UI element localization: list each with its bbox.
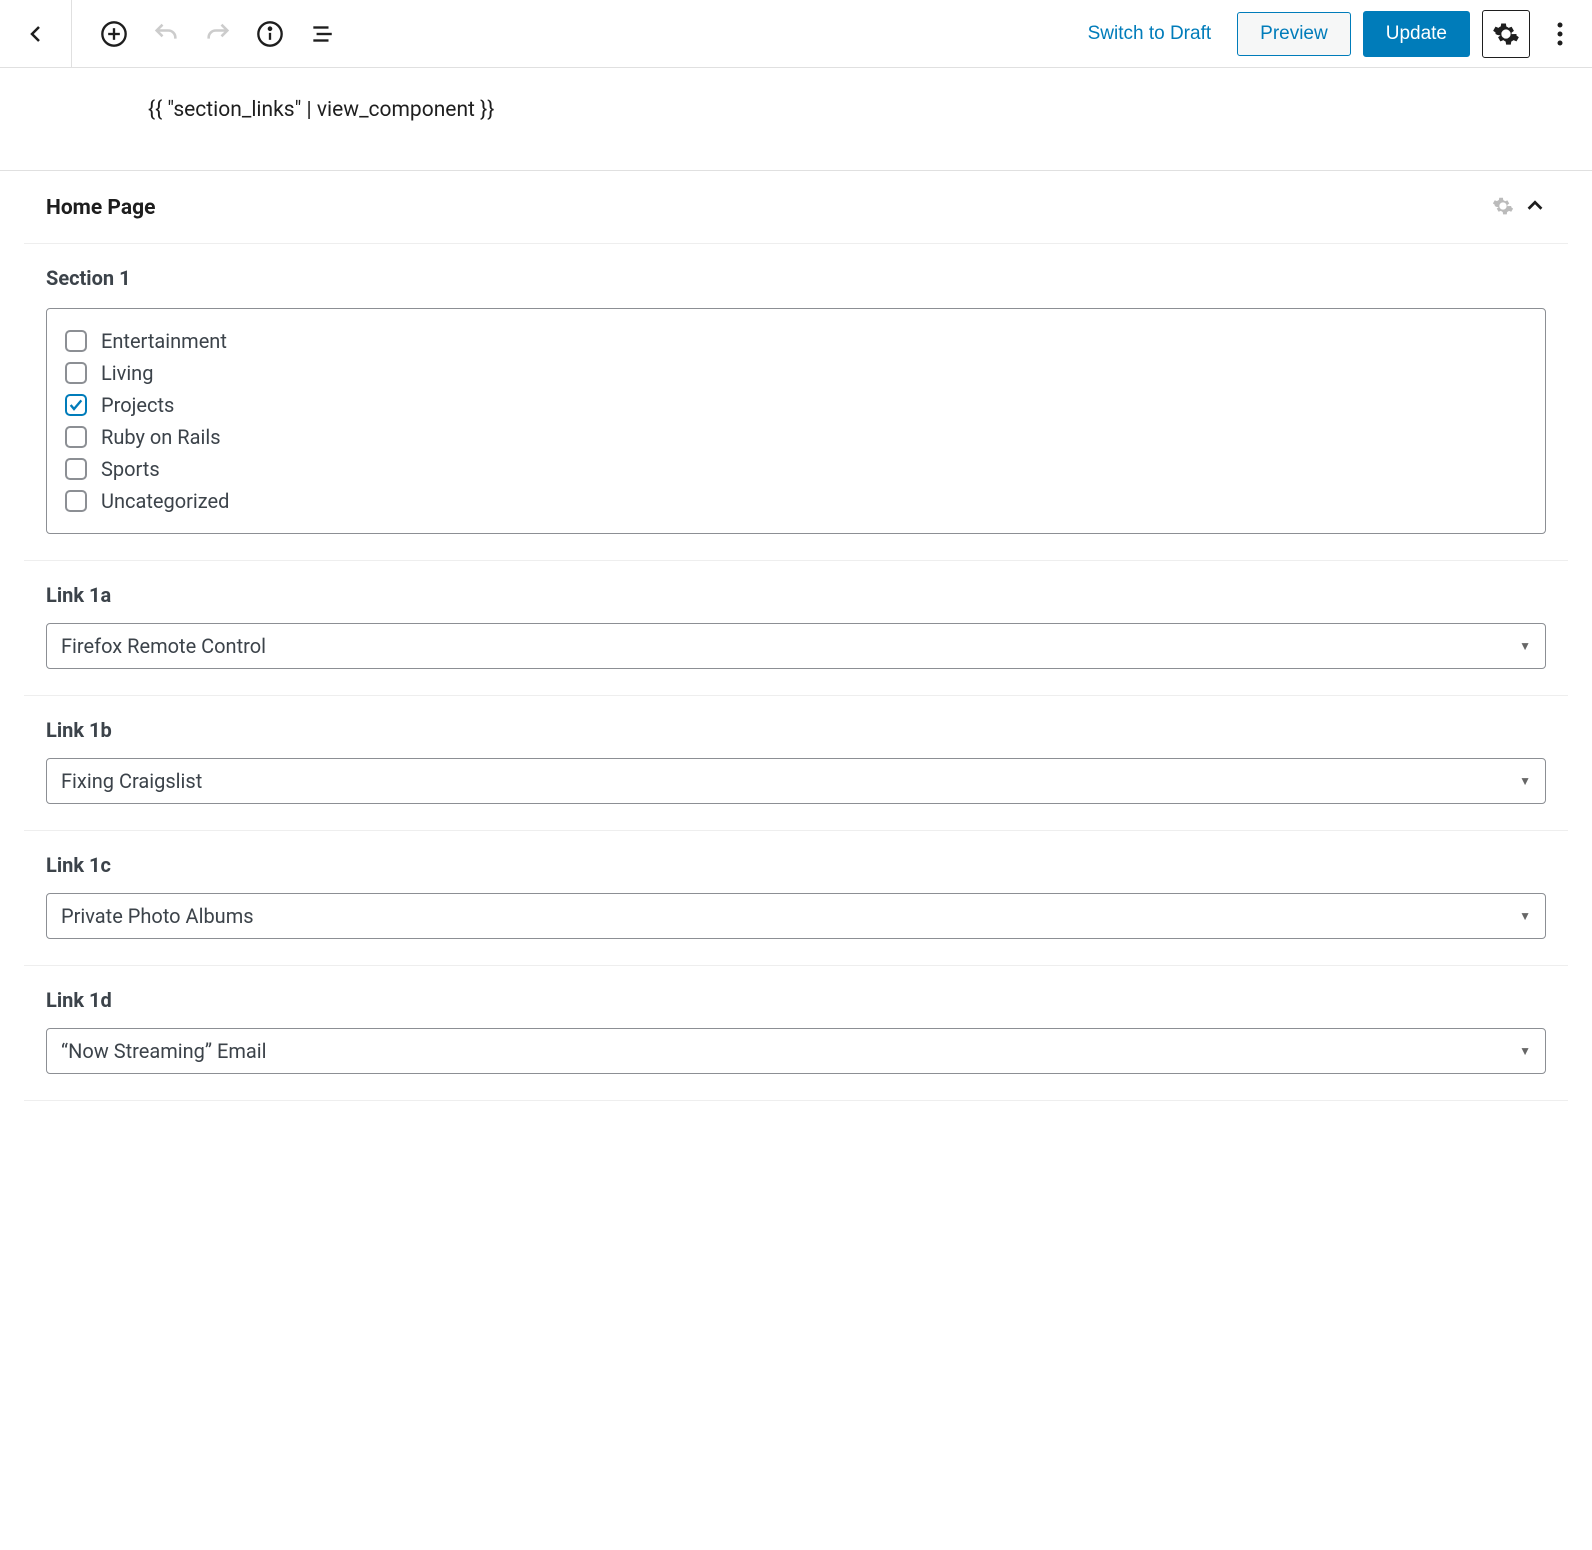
link-label: Link 1a: [46, 583, 1546, 607]
category-row: Living: [65, 357, 1527, 389]
link-select[interactable]: Fixing Craigslist ▼: [46, 758, 1546, 804]
block-template-text[interactable]: {{ "section_links" | view_component }}: [0, 68, 1592, 171]
caret-down-icon: ▼: [1519, 774, 1531, 788]
add-block-button[interactable]: [96, 16, 132, 52]
link-select-value: Fixing Craigslist: [61, 769, 202, 793]
link-label: Link 1d: [46, 988, 1546, 1012]
panel-title: Home Page: [46, 196, 155, 220]
panel-collapse-button[interactable]: [1524, 195, 1546, 221]
category-checkbox[interactable]: [65, 394, 87, 416]
toolbar-icons: [72, 16, 340, 52]
category-row: Sports: [65, 453, 1527, 485]
chevron-up-icon: [1524, 195, 1546, 217]
link-select-value: Private Photo Albums: [61, 904, 254, 928]
editor-toolbar: Switch to Draft Preview Update: [0, 0, 1592, 68]
link-select[interactable]: Private Photo Albums ▼: [46, 893, 1546, 939]
category-checkbox-group: Entertainment Living Projects Ruby on Rails…: [46, 308, 1546, 534]
category-row: Ruby on Rails: [65, 421, 1527, 453]
back-button[interactable]: [0, 0, 72, 68]
caret-down-icon: ▼: [1519, 639, 1531, 653]
toolbar-left: [0, 0, 340, 68]
undo-button[interactable]: [148, 16, 184, 52]
preview-button[interactable]: Preview: [1237, 12, 1351, 56]
redo-button[interactable]: [200, 16, 236, 52]
outline-button[interactable]: [304, 16, 340, 52]
category-label: Uncategorized: [101, 489, 229, 513]
dots-vertical-icon: [1557, 20, 1563, 48]
category-checkbox[interactable]: [65, 362, 87, 384]
switch-to-draft-button[interactable]: Switch to Draft: [1074, 15, 1226, 53]
section-1-label: Section 1: [46, 266, 1546, 290]
category-label: Sports: [101, 457, 160, 481]
link-block: Link 1a Firefox Remote Control ▼: [24, 561, 1568, 696]
panel: Home Page Section 1 Entertainment Living P…: [0, 171, 1592, 1101]
caret-down-icon: ▼: [1519, 909, 1531, 923]
redo-icon: [204, 20, 232, 48]
link-select[interactable]: Firefox Remote Control ▼: [46, 623, 1546, 669]
link-block: Link 1d “Now Streaming” Email ▼: [24, 966, 1568, 1101]
category-label: Ruby on Rails: [101, 425, 221, 449]
check-icon: [68, 397, 84, 413]
panel-header-icons: [1492, 195, 1546, 221]
list-icon: [309, 21, 335, 47]
category-row: Uncategorized: [65, 485, 1527, 517]
link-select-value: “Now Streaming” Email: [61, 1039, 267, 1063]
settings-button[interactable]: [1482, 10, 1530, 58]
toolbar-right: Switch to Draft Preview Update: [1074, 10, 1578, 58]
info-icon: [256, 20, 284, 48]
panel-header[interactable]: Home Page: [24, 171, 1568, 244]
category-checkbox[interactable]: [65, 490, 87, 512]
gear-icon: [1492, 20, 1520, 48]
category-row: Projects: [65, 389, 1527, 421]
category-label: Entertainment: [101, 329, 227, 353]
update-button[interactable]: Update: [1363, 11, 1470, 57]
gear-icon: [1492, 195, 1514, 217]
more-options-button[interactable]: [1542, 10, 1578, 58]
link-label: Link 1c: [46, 853, 1546, 877]
link-select-value: Firefox Remote Control: [61, 634, 266, 658]
category-label: Living: [101, 361, 153, 385]
category-checkbox[interactable]: [65, 426, 87, 448]
chevron-left-icon: [24, 22, 48, 46]
category-checkbox[interactable]: [65, 458, 87, 480]
link-label: Link 1b: [46, 718, 1546, 742]
plus-circle-icon: [100, 20, 128, 48]
panel-settings-button[interactable]: [1492, 195, 1514, 221]
category-label: Projects: [101, 393, 174, 417]
link-select[interactable]: “Now Streaming” Email ▼: [46, 1028, 1546, 1074]
category-row: Entertainment: [65, 325, 1527, 357]
undo-icon: [152, 20, 180, 48]
info-button[interactable]: [252, 16, 288, 52]
link-block: Link 1c Private Photo Albums ▼: [24, 831, 1568, 966]
category-checkbox[interactable]: [65, 330, 87, 352]
link-block: Link 1b Fixing Craigslist ▼: [24, 696, 1568, 831]
section-1-block: Section 1 Entertainment Living Projects Rub…: [24, 244, 1568, 561]
caret-down-icon: ▼: [1519, 1044, 1531, 1058]
